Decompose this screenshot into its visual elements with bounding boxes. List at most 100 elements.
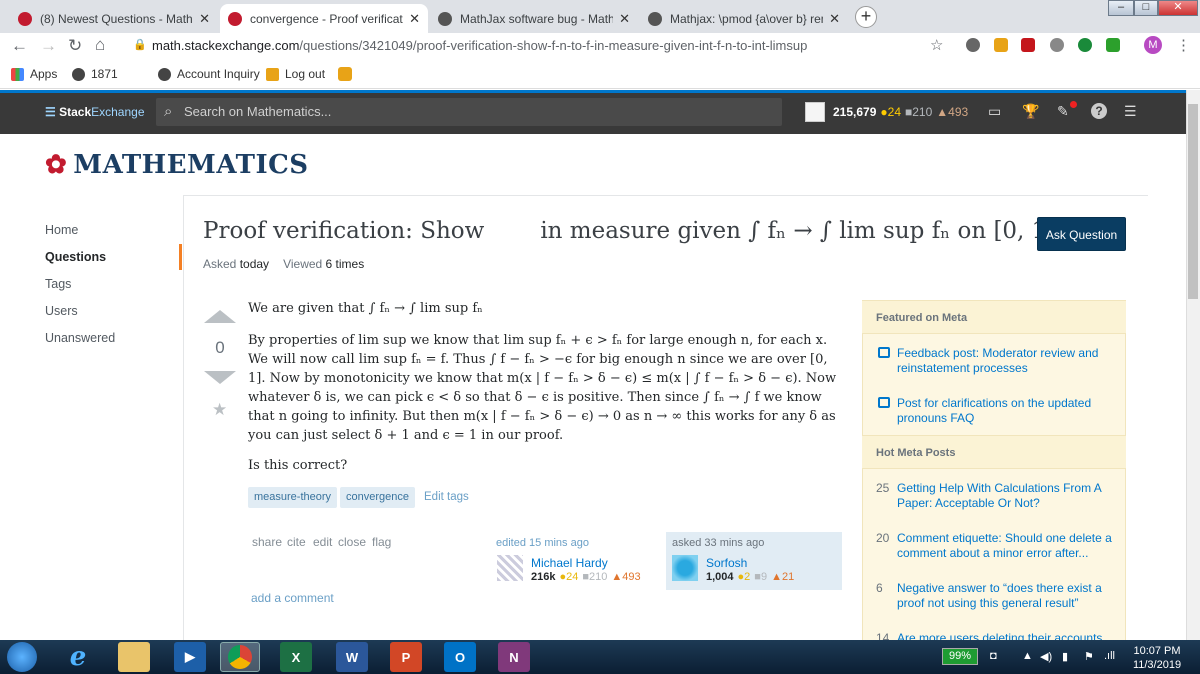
- check-extension-icon[interactable]: [1106, 38, 1120, 52]
- start-button[interactable]: [7, 642, 37, 672]
- browser-tab[interactable]: (8) Newest Questions - Mathema ✕: [10, 4, 218, 33]
- profile-avatar[interactable]: M: [1144, 36, 1162, 54]
- asker-name[interactable]: Sorfosh: [706, 556, 747, 570]
- url-host: math.stackexchange.com: [152, 38, 300, 53]
- forward-arrow-icon[interactable]: →: [40, 36, 57, 56]
- battery-indicator[interactable]: 99%: [942, 648, 978, 665]
- hot-meta-link[interactable]: Negative answer to “does there exist a p…: [897, 581, 1112, 610]
- tag-convergence[interactable]: convergence: [340, 487, 415, 508]
- nav-home[interactable]: Home: [45, 223, 78, 237]
- featured-meta-link[interactable]: Post for clarifications on the updated p…: [897, 396, 1112, 425]
- flag-icon[interactable]: ⚑: [1084, 650, 1094, 663]
- media-player-icon[interactable]: ▶: [174, 642, 206, 672]
- extension-icon[interactable]: [1050, 38, 1064, 52]
- close-tab-icon[interactable]: ✕: [829, 11, 840, 27]
- featured-meta-link[interactable]: Feedback post: Moderator review and rein…: [897, 346, 1112, 375]
- add-comment-link[interactable]: add a comment: [251, 591, 334, 605]
- extension-icon[interactable]: [1078, 38, 1092, 52]
- close-tab-icon[interactable]: ✕: [619, 11, 630, 27]
- edit-link[interactable]: edit: [313, 535, 332, 549]
- share-link[interactable]: share: [252, 535, 282, 549]
- asked-timestamp[interactable]: asked 33 mins ago: [672, 537, 764, 549]
- maximize-window-button[interactable]: □: [1134, 0, 1158, 16]
- editor-avatar[interactable]: [497, 555, 523, 581]
- review-queue-icon[interactable]: ✎: [1057, 103, 1069, 120]
- edit-tags-link[interactable]: Edit tags: [424, 491, 469, 503]
- powerpoint-icon[interactable]: P: [390, 642, 422, 672]
- extension-icon[interactable]: [994, 38, 1008, 52]
- show-hidden-icons[interactable]: ▲: [1022, 650, 1033, 662]
- editor-reputation: 216k ●24 ■210 ▲493: [531, 571, 641, 583]
- globe-icon: [158, 67, 171, 81]
- bookmark-apps[interactable]: Apps: [11, 67, 57, 81]
- achievements-trophy-icon[interactable]: 🏆: [1022, 103, 1039, 120]
- site-favicon-icon: [228, 11, 242, 26]
- logo-text: Exchange: [91, 105, 145, 119]
- favorite-star-icon[interactable]: ★: [212, 400, 227, 420]
- pdf-extension-icon[interactable]: [1021, 38, 1035, 52]
- tag-measure-theory[interactable]: measure-theory: [248, 487, 338, 508]
- nav-tags[interactable]: Tags: [45, 277, 71, 291]
- upvote-button[interactable]: [204, 310, 236, 323]
- nav-unanswered[interactable]: Unanswered: [45, 331, 115, 345]
- outlook-icon[interactable]: O: [444, 642, 476, 672]
- asker-gold-badges: ●2: [737, 571, 751, 583]
- ask-question-button[interactable]: Ask Question: [1037, 217, 1126, 251]
- tab-title: (8) Newest Questions - Mathema: [40, 11, 193, 26]
- close-window-button[interactable]: ✕: [1158, 0, 1198, 16]
- bookmark-log-out[interactable]: Log out: [266, 67, 325, 81]
- tray-app-icon[interactable]: ◘: [990, 650, 997, 662]
- close-tab-icon[interactable]: ✕: [409, 11, 420, 27]
- new-tab-button[interactable]: +: [855, 6, 877, 28]
- hot-meta-link[interactable]: Comment etiquette: Should one delete a c…: [897, 531, 1112, 560]
- hot-meta-link[interactable]: Getting Help With Calculations From A Pa…: [897, 481, 1112, 510]
- browser-tab-active[interactable]: convergence - Proof verification: ✕: [220, 4, 428, 33]
- help-icon[interactable]: ?: [1091, 103, 1107, 119]
- bookmark-1871[interactable]: 1871: [72, 67, 118, 81]
- site-title[interactable]: ✿ MATHEMATICS: [45, 150, 309, 180]
- url-path: /questions/3421049/proof-verification-sh…: [299, 38, 808, 53]
- stackexchange-logo[interactable]: ☰ StackExchange: [45, 105, 145, 119]
- inbox-icon[interactable]: ▭: [988, 103, 1001, 120]
- flag-link[interactable]: flag: [372, 535, 391, 549]
- close-link[interactable]: close: [338, 535, 366, 549]
- cite-link[interactable]: cite: [287, 535, 306, 549]
- word-icon[interactable]: W: [336, 642, 368, 672]
- address-bar[interactable]: math.stackexchange.com/questions/3421049…: [152, 38, 807, 53]
- logo-text: Stack: [59, 105, 92, 119]
- nav-users[interactable]: Users: [45, 304, 78, 318]
- onenote-icon[interactable]: N: [498, 642, 530, 672]
- question-title[interactable]: Proof verification: Show in measure given…: [203, 218, 1055, 244]
- reload-icon[interactable]: ↻: [68, 36, 82, 56]
- edited-timestamp[interactable]: edited 15 mins ago: [496, 537, 589, 549]
- nav-questions[interactable]: Questions: [45, 250, 106, 264]
- asked-value: today: [239, 257, 270, 271]
- internet-explorer-icon[interactable]: e: [62, 642, 94, 672]
- scrollbar-thumb[interactable]: [1188, 104, 1198, 299]
- close-tab-icon[interactable]: ✕: [199, 11, 210, 27]
- volume-icon[interactable]: ◀): [1040, 650, 1052, 663]
- browser-tab[interactable]: Mathjax: \pmod {a\over b} rende ✕: [640, 4, 848, 33]
- system-clock[interactable]: 10:07 PM 11/3/2019: [1122, 644, 1192, 672]
- downvote-button[interactable]: [204, 371, 236, 384]
- extension-icon[interactable]: [966, 38, 980, 52]
- minimize-window-button[interactable]: –: [1108, 0, 1134, 16]
- post-intro: We are given that ∫ fₙ → ∫ lim sup fₙ: [248, 301, 483, 316]
- bookmark-account-inquiry[interactable]: Account Inquiry: [158, 67, 260, 81]
- site-switcher-icon[interactable]: ☰: [1124, 103, 1137, 120]
- chrome-icon[interactable]: [220, 642, 260, 672]
- back-arrow-icon[interactable]: ←: [11, 36, 28, 56]
- home-icon[interactable]: ⌂: [95, 35, 105, 55]
- browser-tab[interactable]: MathJax software bug - Mathem ✕: [430, 4, 638, 33]
- editor-name[interactable]: Michael Hardy: [531, 556, 608, 570]
- signal-icon[interactable]: .ıll: [1104, 650, 1115, 662]
- user-reputation[interactable]: 215,679 ●24 ■210 ▲493: [805, 102, 968, 122]
- search-input[interactable]: ⌕ Search on Mathematics...: [156, 98, 782, 126]
- file-explorer-icon[interactable]: [118, 642, 150, 672]
- browser-menu-icon[interactable]: ⋮: [1176, 36, 1191, 54]
- asker-avatar[interactable]: [672, 555, 698, 581]
- bookmark-star-icon[interactable]: ☆: [930, 36, 943, 54]
- excel-icon[interactable]: X: [280, 642, 312, 672]
- bookmark-folder-icon[interactable]: [338, 67, 352, 81]
- network-icon[interactable]: ▮: [1062, 650, 1068, 663]
